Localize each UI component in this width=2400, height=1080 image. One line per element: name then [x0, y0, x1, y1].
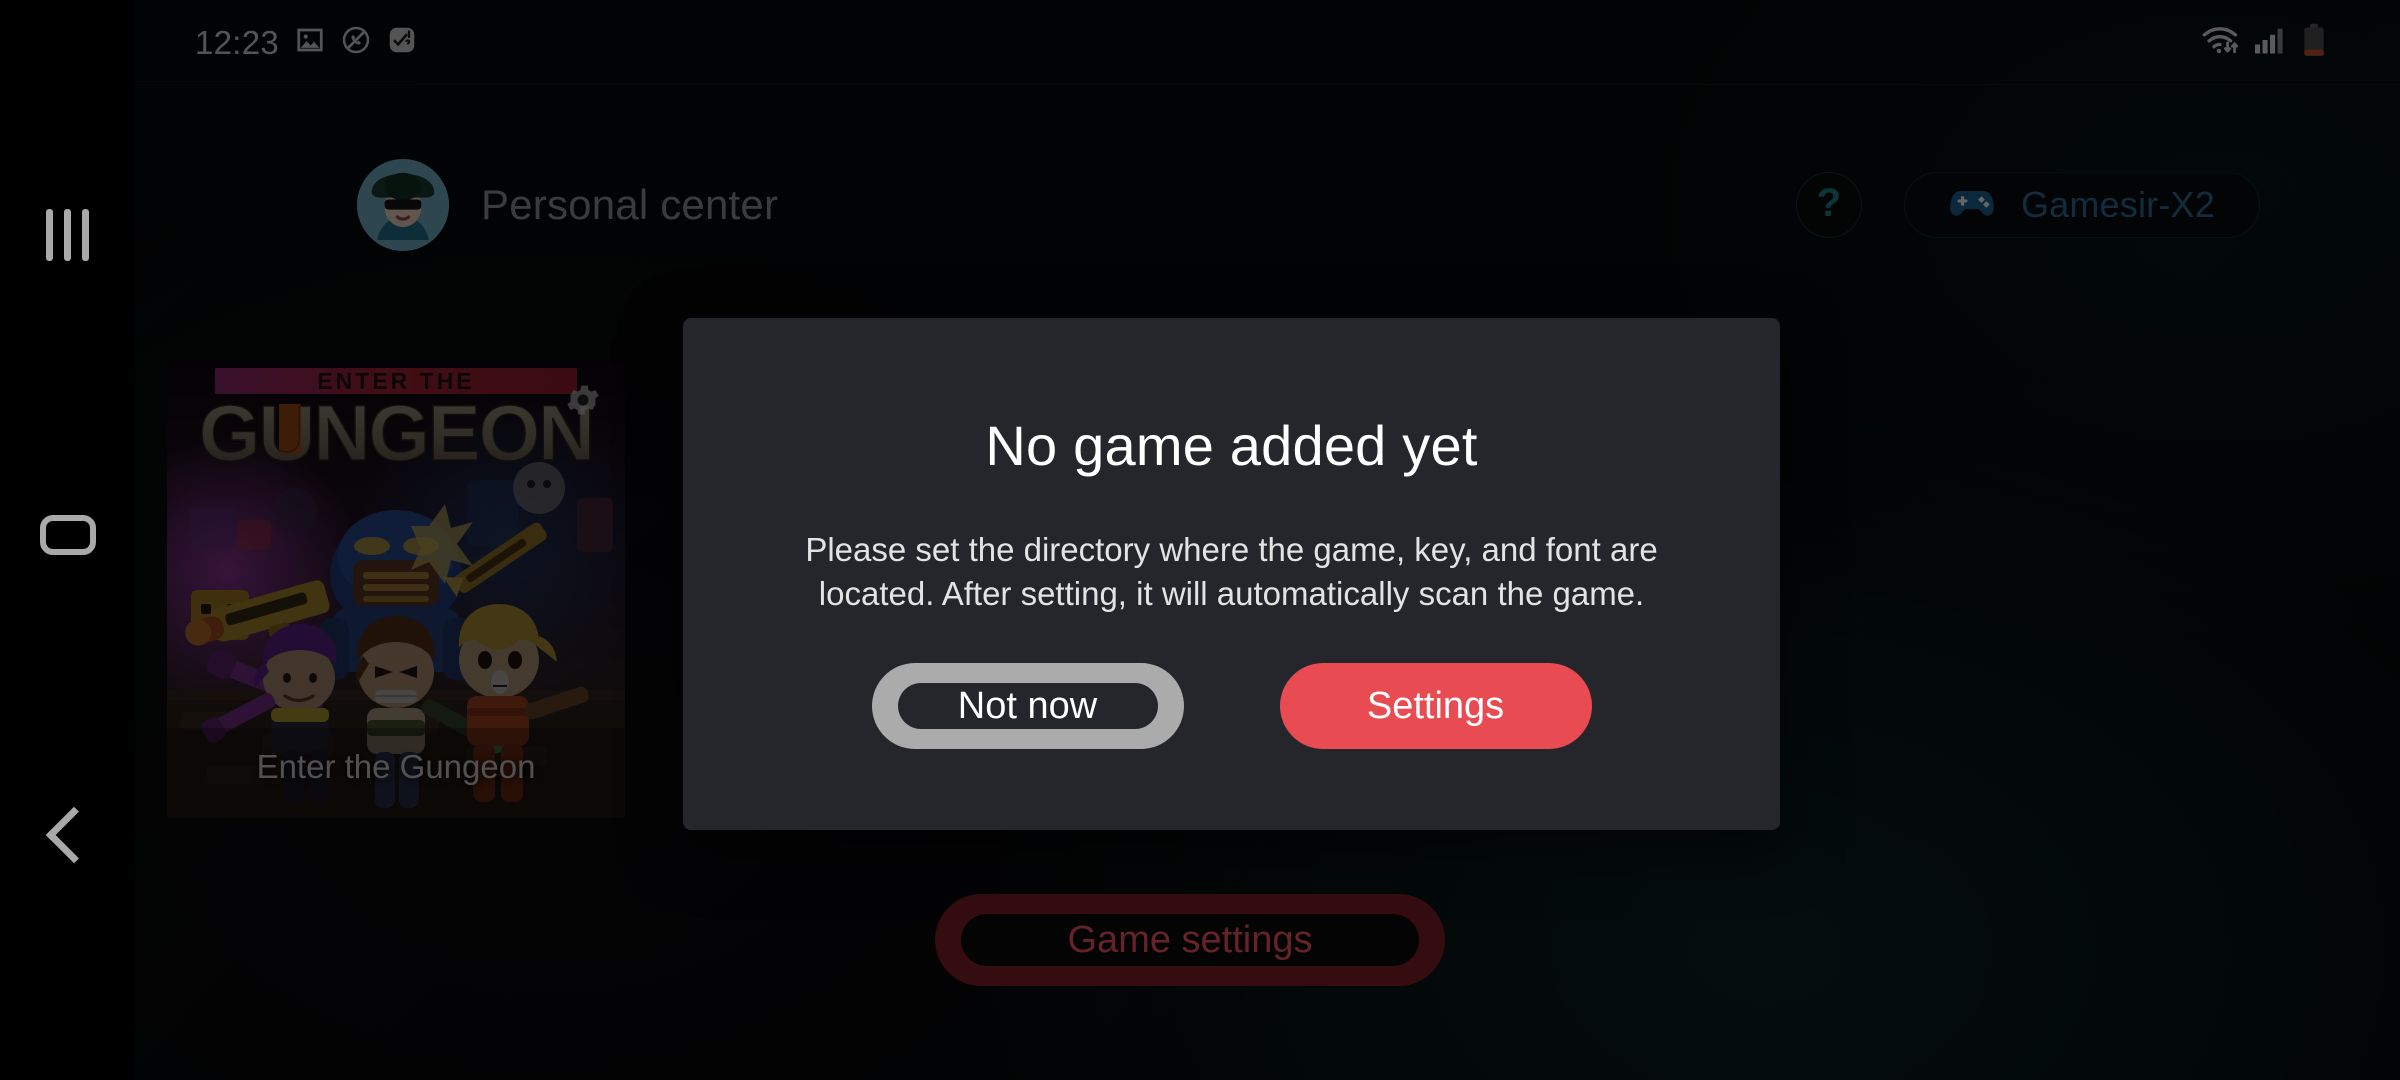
dialog-title: No game added yet — [985, 414, 1478, 477]
home-icon — [39, 515, 96, 555]
not-now-button[interactable]: Not now — [871, 663, 1184, 750]
back-button[interactable] — [0, 790, 135, 880]
back-icon — [45, 806, 102, 864]
recents-button[interactable] — [0, 190, 135, 280]
dialog-message: Please set the directory where the game,… — [805, 531, 1658, 612]
recents-icon — [46, 209, 89, 261]
not-now-label: Not now — [897, 683, 1158, 730]
settings-button[interactable]: Settings — [1279, 663, 1592, 750]
home-button[interactable] — [0, 490, 135, 580]
dialog-actions: Not now Settings — [871, 663, 1592, 750]
screen-root: 12:23 — [0, 0, 2400, 1080]
app-background: 12:23 — [135, 0, 2400, 1080]
settings-label: Settings — [1366, 684, 1505, 727]
no-game-dialog: No game added yet Please set the directo… — [683, 318, 1780, 830]
android-navigation-bar — [0, 0, 135, 1080]
